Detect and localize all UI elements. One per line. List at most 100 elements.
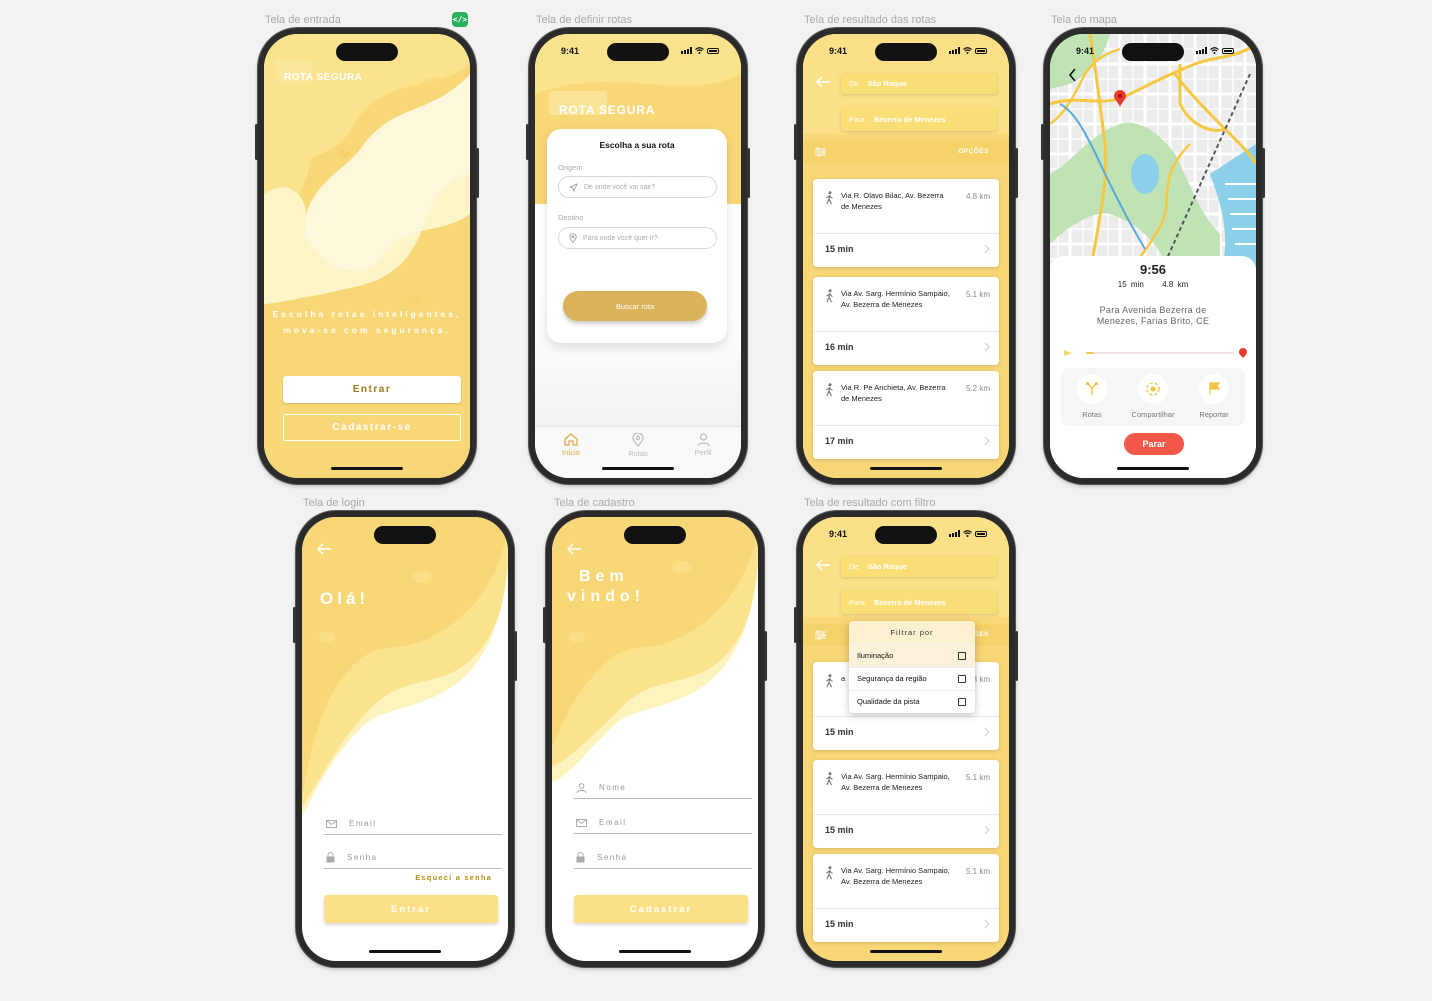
eta-time: 9:56: [1139, 262, 1167, 277]
from-value: São Roque: [867, 79, 907, 88]
filter-option-region-safety[interactable]: Segurança da região: [849, 667, 975, 690]
card-title: Escolha a sua rota: [599, 140, 675, 150]
phone-login: Olá! Email Senha Esqueci a senha Entrar: [293, 511, 517, 967]
email-field[interactable]: Email: [324, 813, 502, 835]
lock-icon: [576, 852, 585, 863]
location-pin-icon: [569, 233, 577, 243]
tab-bar: Início Rotas Perfil: [535, 426, 741, 478]
wifi-icon: [695, 47, 704, 54]
search-route-button[interactable]: Buscar rota: [563, 291, 707, 321]
route-distance: 5.1 km: [965, 867, 990, 876]
password-field[interactable]: Senha: [324, 847, 502, 869]
from-field[interactable]: De São Roque: [841, 73, 997, 94]
tab-profile[interactable]: Perfil: [683, 433, 723, 457]
route-form-card: Escolha a sua rota Origem De onde você v…: [547, 129, 727, 343]
email-field[interactable]: Email: [574, 812, 752, 834]
chevron-right-icon: [984, 437, 990, 445]
route-card[interactable]: Via R. Olavo Bilac, Av. Bezerra de Menez…: [813, 179, 999, 267]
action-bar: Rotas Compartilhar Reportar: [1061, 368, 1245, 426]
route-card[interactable]: Via R. Pe Anchieta, Av. Bezerra de Menez…: [813, 371, 999, 459]
login-button[interactable]: Entrar: [283, 376, 461, 403]
signup-submit-button[interactable]: Cadastrar: [574, 895, 748, 923]
chevron-right-icon: [984, 826, 990, 834]
trip-destination: Para Avenida Bezerra de Menezes, Farias …: [1096, 305, 1210, 326]
code-icon[interactable]: </>: [452, 12, 468, 27]
frame-label-route-results: Tela de resultado das rotas: [804, 14, 937, 26]
from-value: São Roque: [867, 562, 907, 571]
navigation-arrow-icon: [1064, 350, 1072, 356]
action-report[interactable]: Reportar: [1185, 374, 1243, 419]
signup-button[interactable]: Cadastrar-se: [283, 414, 461, 441]
forgot-password-link[interactable]: Esqueci a senha: [415, 873, 492, 882]
battery-icon: [975, 47, 987, 54]
chevron-left-icon[interactable]: [1068, 68, 1077, 82]
login-submit-button[interactable]: Entrar: [324, 895, 498, 923]
to-value: Bezerra de Menezes: [873, 114, 946, 124]
mail-icon: [326, 819, 337, 828]
filter-option-label: Qualidade da pista: [857, 697, 920, 706]
stop-button[interactable]: Parar: [1124, 433, 1184, 455]
tab-home[interactable]: Início: [551, 433, 591, 457]
tab-home-label: Início: [562, 448, 580, 457]
to-label: Para: [849, 114, 865, 124]
filter-option-road-quality[interactable]: Qualidade da pista: [849, 690, 975, 713]
checkbox[interactable]: [958, 698, 966, 706]
options-label[interactable]: OPÇÕES: [958, 148, 989, 155]
phone-filtered-results: 9:41 De São Roque Para Bezerra de Meneze…: [794, 511, 1018, 967]
origin-input[interactable]: De onde você vai sair?: [558, 176, 717, 198]
filter-popup: Filtrar por Iluminação Segurança da regi…: [849, 621, 975, 713]
destination-input[interactable]: Para onde você quer ir?: [558, 227, 717, 249]
home-indicator[interactable]: [1117, 467, 1189, 470]
tab-profile-label: Perfil: [694, 448, 712, 457]
action-routes[interactable]: Rotas: [1063, 374, 1121, 419]
home-indicator[interactable]: [870, 950, 942, 953]
home-indicator[interactable]: [369, 950, 441, 953]
status-icons: [949, 530, 987, 537]
back-arrow-icon[interactable]: [815, 76, 831, 88]
from-field[interactable]: De São Roque: [841, 556, 997, 577]
checkbox[interactable]: [958, 652, 966, 660]
route-card[interactable]: Via Av. Sarg. Hermínio Sampaio, Av. Beze…: [813, 760, 999, 848]
action-share[interactable]: Compartilhar: [1124, 374, 1182, 419]
origin-placeholder: De onde você vai sair?: [584, 183, 656, 191]
welcome-line-2: vindo!: [567, 588, 645, 605]
filter-sliders-icon[interactable]: [815, 147, 826, 157]
home-indicator[interactable]: [602, 467, 674, 470]
map-view[interactable]: [1050, 34, 1256, 274]
battery-icon: [707, 47, 719, 54]
slogan-line-1: Escolha rotas inteligentes,: [272, 309, 462, 319]
to-field[interactable]: Para Bezerra de Menezes: [841, 590, 997, 614]
filter-option-lighting[interactable]: Iluminação: [849, 644, 975, 667]
name-field[interactable]: Nome: [574, 777, 752, 799]
route-duration: 15 min: [825, 727, 854, 737]
route-via: Via R. Pe Anchieta, Av. Bezerra de Menez…: [841, 383, 946, 403]
destination-pin-icon: [1239, 348, 1247, 358]
to-label: Para: [849, 597, 865, 607]
dynamic-island: [875, 526, 937, 544]
dynamic-island: [624, 526, 686, 544]
send-icon: [569, 182, 578, 192]
route-card[interactable]: Via Av. Sarg. Hermínio Sampaio, Av. Beze…: [813, 854, 999, 942]
signal-icon: [949, 530, 960, 537]
wifi-icon: [963, 530, 972, 537]
route-card[interactable]: Via Av. Sarg. Hermínio Sampaio, Av. Beze…: [813, 277, 999, 365]
action-routes-label: Rotas: [1082, 410, 1102, 419]
filter-sliders-icon[interactable]: [815, 630, 826, 640]
welcome-line-1: Bem: [579, 568, 629, 585]
back-arrow-icon[interactable]: [815, 559, 831, 571]
home-indicator[interactable]: [619, 950, 691, 953]
checkbox[interactable]: [958, 675, 966, 683]
password-field[interactable]: Senha: [574, 847, 752, 869]
to-field[interactable]: Para Bezerra de Menezes: [841, 107, 997, 131]
back-arrow-icon[interactable]: [316, 543, 332, 555]
password-placeholder: Senha: [347, 853, 378, 862]
filtered-results-screen: 9:41 De São Roque Para Bezerra de Meneze…: [803, 517, 1009, 961]
tab-routes[interactable]: Rotas: [618, 433, 658, 458]
home-indicator[interactable]: [870, 467, 942, 470]
home-indicator[interactable]: [331, 467, 403, 470]
route-distance: 3 km: [972, 675, 990, 684]
trip-distance: 4.8 km: [1162, 280, 1189, 289]
route-distance: 4.8 km: [965, 192, 990, 201]
back-arrow-icon[interactable]: [566, 543, 582, 555]
origin-label: Origem: [558, 163, 583, 172]
